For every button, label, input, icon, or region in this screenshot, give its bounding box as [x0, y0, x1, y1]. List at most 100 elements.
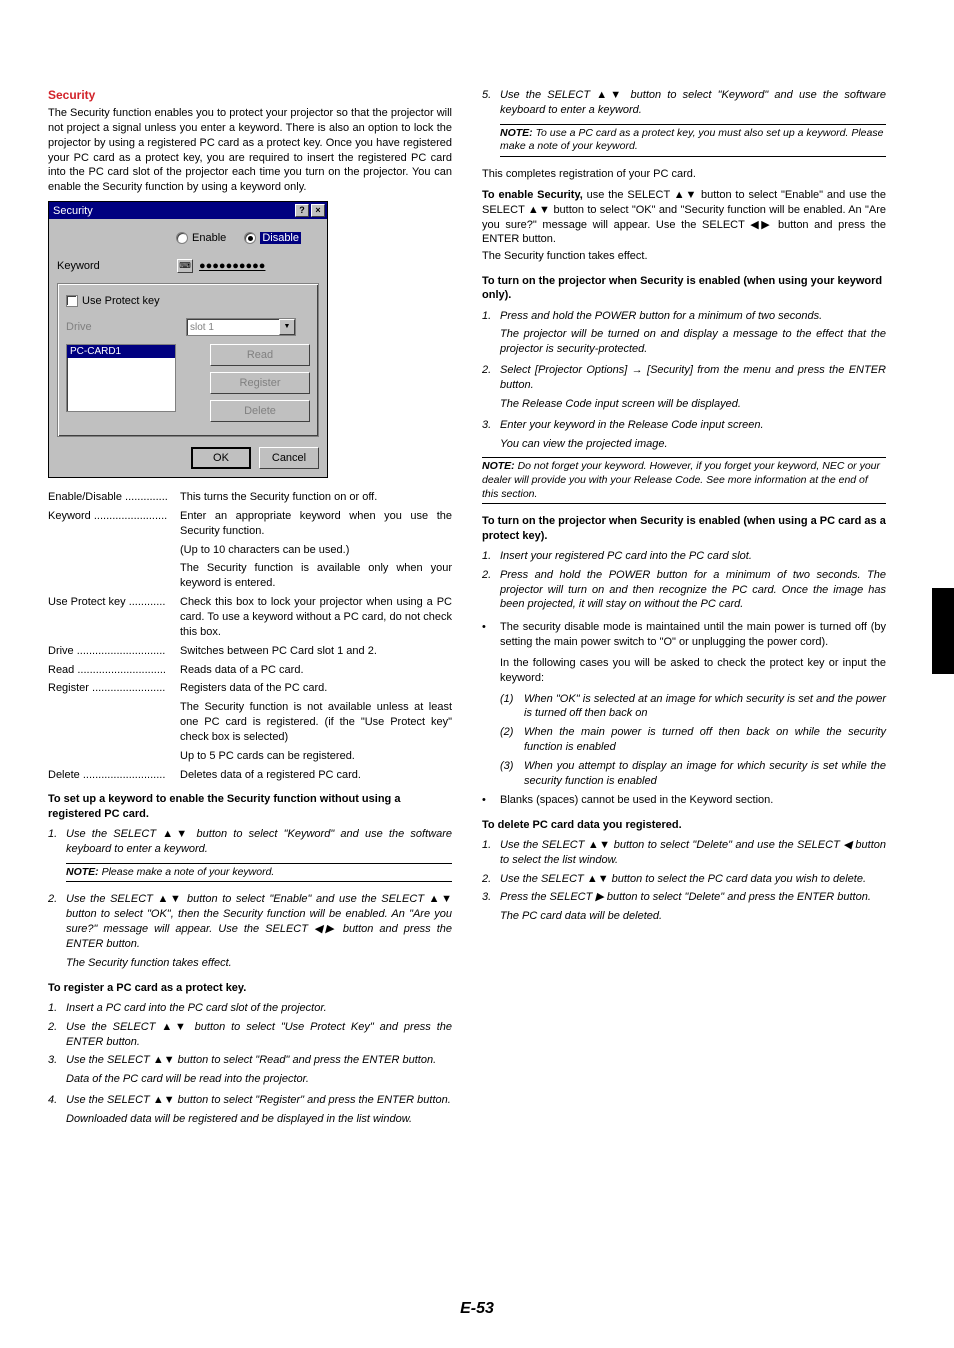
register-heading: To register a PC card as a protect key. — [48, 981, 452, 995]
keyword-label: Keyword — [57, 260, 177, 272]
definitions: Enable/Disable ..............This turns … — [48, 490, 452, 782]
def-desc: Deletes data of a registered PC card. — [180, 768, 452, 783]
enable-label: Enable — [192, 232, 226, 244]
step-sub: Downloaded data will be registered and b… — [66, 1112, 452, 1127]
bullet-sub: In the following cases you will be asked… — [500, 656, 886, 686]
step-text: Use the SELECT ▲▼ button to select the P… — [500, 872, 886, 887]
step-num: 2. — [482, 568, 500, 613]
step-num: 5. — [482, 88, 500, 118]
def-cont: The Security function is not available u… — [180, 700, 452, 745]
protect-groupbox: Use Protect key Drive slot 1 ▼ PC-CARD1 — [57, 283, 319, 437]
step-text: Use the SELECT ▲▼ button to select "Regi… — [66, 1093, 452, 1108]
use-protect-checkbox[interactable] — [66, 295, 78, 307]
note-label: NOTE: — [500, 127, 536, 139]
content-columns: Security The Security function enables y… — [48, 88, 906, 1133]
paren-text: When the main power is turned off then b… — [524, 725, 886, 755]
step-text: Use the SELECT ▲▼ button to select "Enab… — [66, 892, 452, 951]
bullet-icon: • — [482, 793, 500, 808]
radio-on-icon — [244, 232, 256, 244]
step-num: 1. — [482, 549, 500, 564]
step-num: 1. — [482, 838, 500, 868]
step-text: Use the SELECT ▲▼ button to select "Read… — [66, 1053, 452, 1068]
def-cont: Up to 5 PC cards can be registered. — [180, 749, 452, 764]
step-num: 3. — [48, 1053, 66, 1068]
enable-tail: The Security function takes effect. — [482, 249, 886, 264]
dialog-title: Security — [53, 205, 93, 217]
bullet-text: Blanks (spaces) cannot be used in the Ke… — [500, 793, 886, 808]
dialog-body: Enable Disable Keyword ⌨ ●●●●●●●●●● — [49, 219, 327, 477]
paren-num: (3) — [500, 759, 524, 789]
keyboard-icon[interactable]: ⌨ — [177, 259, 193, 273]
paren-text: When "OK" is selected at an image for wh… — [524, 692, 886, 722]
paren-num: (1) — [500, 692, 524, 722]
step-sub: You can view the projected image. — [500, 437, 886, 452]
intro-text: The Security function enables you to pro… — [48, 106, 452, 195]
keyword-field[interactable]: ●●●●●●●●●● — [199, 260, 265, 272]
def-term: Keyword ........................ — [48, 509, 180, 539]
note-text: Do not forget your keyword. However, if … — [482, 460, 880, 499]
def-desc: Switches between PC Card slot 1 and 2. — [180, 644, 452, 659]
step-sub: The projector will be turned on and disp… — [500, 327, 886, 357]
step-num: 1. — [48, 827, 66, 857]
drive-dropdown[interactable]: slot 1 ▼ — [186, 318, 296, 336]
step-num: 2. — [48, 892, 66, 951]
complete-text: This completes registration of your PC c… — [482, 167, 886, 182]
register-button[interactable]: Register — [210, 372, 310, 394]
step-num: 4. — [48, 1093, 66, 1108]
read-button[interactable]: Read — [210, 344, 310, 366]
close-icon[interactable]: × — [311, 204, 325, 217]
note-text: To use a PC card as a protect key, you m… — [500, 127, 883, 153]
drive-label: Drive — [66, 321, 186, 333]
delete-heading: To delete PC card data you registered. — [482, 818, 886, 832]
list-item: PC-CARD1 — [67, 345, 175, 358]
step-num: 3. — [482, 418, 500, 433]
step-num: 1. — [482, 309, 500, 324]
setup-heading: To set up a keyword to enable the Securi… — [48, 792, 452, 821]
bullet-text: The security disable mode is maintained … — [500, 620, 886, 650]
use-protect-label: Use Protect key — [82, 295, 160, 307]
disable-label: Disable — [260, 232, 301, 244]
step-text: Press and hold the POWER button for a mi… — [500, 568, 886, 613]
help-icon[interactable]: ? — [295, 204, 309, 217]
enable-para: To enable Security, use the SELECT ▲▼ bu… — [482, 188, 886, 247]
ok-button[interactable]: OK — [191, 447, 251, 469]
pc-card-listbox[interactable]: PC-CARD1 — [66, 344, 176, 412]
step-text: Press and hold the POWER button for a mi… — [500, 309, 886, 324]
security-heading: Security — [48, 88, 452, 102]
chevron-down-icon: ▼ — [279, 319, 295, 335]
step-num: 2. — [482, 363, 500, 393]
bullet-icon: • — [482, 620, 500, 650]
step-sub: The Release Code input screen will be di… — [500, 397, 886, 412]
step-text: Use the SELECT ▲▼ button to select "Use … — [66, 1020, 452, 1050]
drive-value: slot 1 — [190, 322, 214, 333]
step-text: Select [Projector Options] → [Security] … — [500, 363, 886, 393]
def-desc: Registers data of the PC card. — [180, 681, 452, 696]
step-text: Enter your keyword in the Release Code i… — [500, 418, 886, 433]
delete-button[interactable]: Delete — [210, 400, 310, 422]
def-desc: This turns the Security function on or o… — [180, 490, 452, 505]
turn-on-kw-heading: To turn on the projector when Security i… — [482, 274, 886, 303]
def-term: Enable/Disable .............. — [48, 490, 180, 505]
radio-off-icon — [176, 232, 188, 244]
step-text: Use the SELECT ▲▼ button to select "Keyw… — [500, 88, 886, 118]
def-term: Drive ............................. — [48, 644, 180, 659]
step-text: Insert a PC card into the PC card slot o… — [66, 1001, 452, 1016]
note-label: NOTE: — [482, 460, 518, 472]
def-desc: Reads data of a PC card. — [180, 663, 452, 678]
side-tab — [932, 588, 954, 674]
right-column: 5.Use the SELECT ▲▼ button to select "Ke… — [482, 88, 886, 1133]
def-term: Register ........................ — [48, 681, 180, 696]
cancel-button[interactable]: Cancel — [259, 447, 319, 469]
paren-num: (2) — [500, 725, 524, 755]
dialog-titlebar: Security ? × — [49, 202, 327, 219]
security-dialog: Security ? × Enable Disable — [48, 201, 328, 478]
def-term: Read ............................. — [48, 663, 180, 678]
enable-radio[interactable]: Enable — [176, 232, 226, 244]
note-text: Please make a note of your keyword. — [102, 866, 275, 878]
step-text: Press the SELECT ▶ button to select "Del… — [500, 890, 886, 905]
def-cont: The Security function is available only … — [180, 561, 452, 591]
step-text: Insert your registered PC card into the … — [500, 549, 886, 564]
step-sub: The PC card data will be deleted. — [500, 909, 886, 924]
disable-radio[interactable]: Disable — [244, 232, 301, 244]
step-num: 3. — [482, 890, 500, 905]
